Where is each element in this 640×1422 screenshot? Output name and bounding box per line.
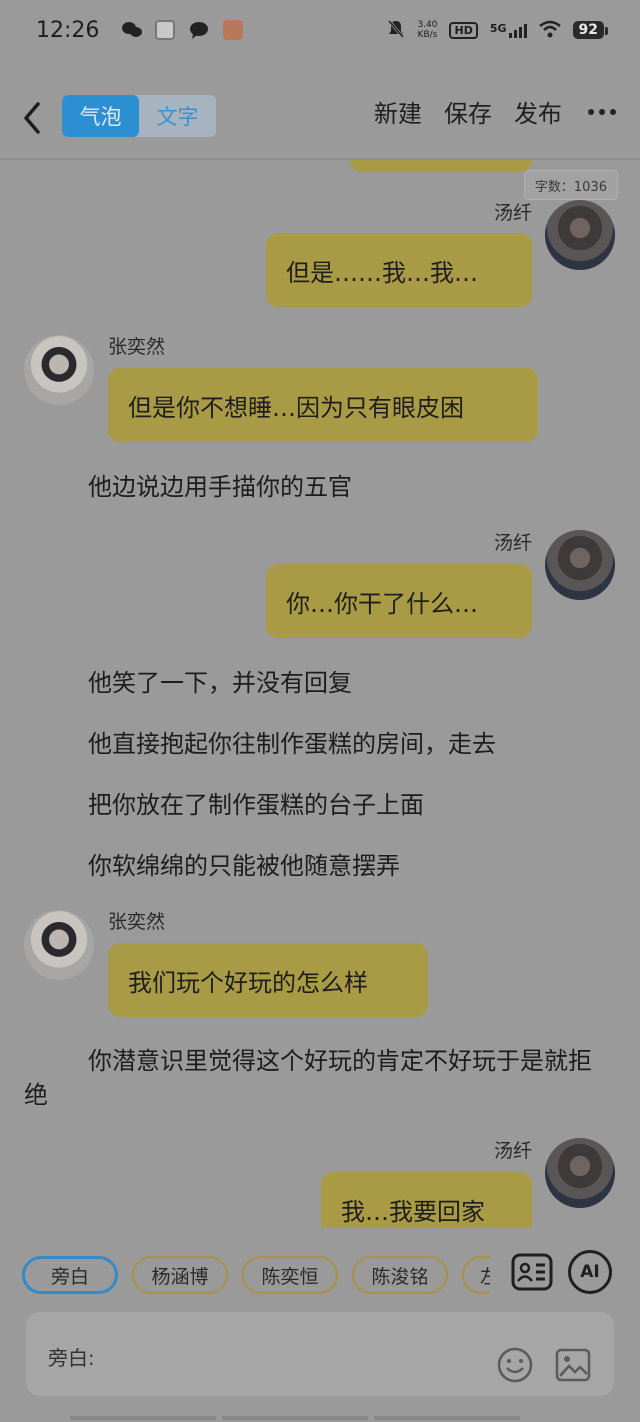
image-icon xyxy=(555,1348,591,1382)
speaker-name: 张奕然 xyxy=(108,911,166,933)
message-bubble[interactable]: 我…我要回家 xyxy=(321,1172,532,1228)
avatar[interactable] xyxy=(545,530,615,600)
tab-bubble[interactable]: 气泡 xyxy=(62,95,139,137)
narration-text[interactable]: 他边说边用手描你的五官 xyxy=(88,470,352,504)
mute-icon xyxy=(387,19,405,42)
emoji-icon xyxy=(497,1347,533,1383)
narration-text[interactable]: 他直接抱起你往制作蛋糕的房间，走去 xyxy=(88,727,496,761)
mode-toggle: 气泡 文字 xyxy=(62,95,216,137)
role-chip[interactable]: 杨涵博 xyxy=(132,1256,228,1294)
speaker-name: 张奕然 xyxy=(108,336,166,358)
emoji-button[interactable] xyxy=(496,1346,534,1384)
home-indicator xyxy=(70,1416,520,1420)
publish-button[interactable]: 发布 xyxy=(514,94,562,129)
message-bubble[interactable]: 但是你不想睡…因为只有眼皮困 xyxy=(108,368,538,442)
speaker-name: 汤纤 xyxy=(493,202,532,224)
app-notification-icon xyxy=(155,20,176,40)
message-bubble[interactable] xyxy=(350,160,532,172)
battery-indicator: 92 xyxy=(572,21,609,39)
save-button[interactable]: 保存 xyxy=(444,94,492,129)
wechat-icon xyxy=(121,20,143,40)
new-button[interactable]: 新建 xyxy=(374,94,422,129)
narration-text[interactable]: 你潜意识里觉得这个好玩的肯定不好玩于是就拒绝 xyxy=(24,1044,594,1112)
speaker-name: 汤纤 xyxy=(493,532,532,554)
chevron-left-icon xyxy=(24,102,40,134)
avatar[interactable] xyxy=(24,335,94,405)
message-bubble[interactable]: 我们玩个好玩的怎么样 xyxy=(108,943,428,1017)
message-input-box: 旁白: xyxy=(26,1312,614,1396)
message-bubble[interactable]: 但是……我…我… xyxy=(266,233,532,307)
editor-header: 气泡 文字 新建 保存 发布 xyxy=(0,88,640,148)
message-icon xyxy=(189,20,209,40)
role-chip-narrator[interactable]: 旁白 xyxy=(22,1256,118,1294)
avatar[interactable] xyxy=(24,910,94,980)
hd-badge: HD xyxy=(449,21,478,39)
role-manager-button[interactable] xyxy=(510,1250,554,1294)
role-chip[interactable]: 陈奕恒 xyxy=(242,1256,338,1294)
chat-area[interactable]: 字数：1036 汤纤 但是……我…我… 张奕然 但是你不想睡…因为只有眼皮困 他… xyxy=(0,160,640,1228)
back-button[interactable] xyxy=(18,98,48,138)
image-button[interactable] xyxy=(554,1346,592,1384)
more-options-icon[interactable] xyxy=(588,108,616,115)
message-input[interactable] xyxy=(106,1336,486,1372)
avatar[interactable] xyxy=(545,200,615,270)
role-selector: 旁白 杨涵博 陈奕恒 陈浚铭 左奇 xyxy=(22,1256,490,1294)
role-chip[interactable]: 左奇 xyxy=(462,1256,490,1294)
status-time: 12:26 xyxy=(36,17,100,43)
net-speed: 3.40 KB/s xyxy=(417,20,438,40)
narration-text[interactable]: 他笑了一下，并没有回复 xyxy=(88,666,352,700)
video-app-icon xyxy=(223,20,244,40)
avatar[interactable] xyxy=(545,1138,615,1208)
ai-button[interactable]: AI xyxy=(568,1250,612,1294)
word-count-badge: 字数：1036 xyxy=(523,170,618,200)
network-type: 5G xyxy=(489,22,507,35)
role-chip[interactable]: 陈浚铭 xyxy=(352,1256,448,1294)
narration-text[interactable]: 把你放在了制作蛋糕的台子上面 xyxy=(88,788,424,822)
wifi-icon xyxy=(538,20,561,41)
status-bar: 12:26 3.40 KB/s HD 5G 92 xyxy=(0,0,640,60)
contact-card-icon xyxy=(511,1253,553,1291)
narration-text[interactable]: 你软绵绵的只能被他随意摆弄 xyxy=(88,849,400,883)
input-speaker-label: 旁白: xyxy=(48,1346,95,1370)
tab-text[interactable]: 文字 xyxy=(139,95,216,137)
signal-icon xyxy=(508,22,527,38)
speaker-name: 汤纤 xyxy=(493,1140,532,1162)
message-bubble[interactable]: 你…你干了什么… xyxy=(266,564,532,638)
bottom-panel: 旁白 杨涵博 陈奕恒 陈浚铭 左奇 AI 旁白: xyxy=(0,1228,640,1422)
